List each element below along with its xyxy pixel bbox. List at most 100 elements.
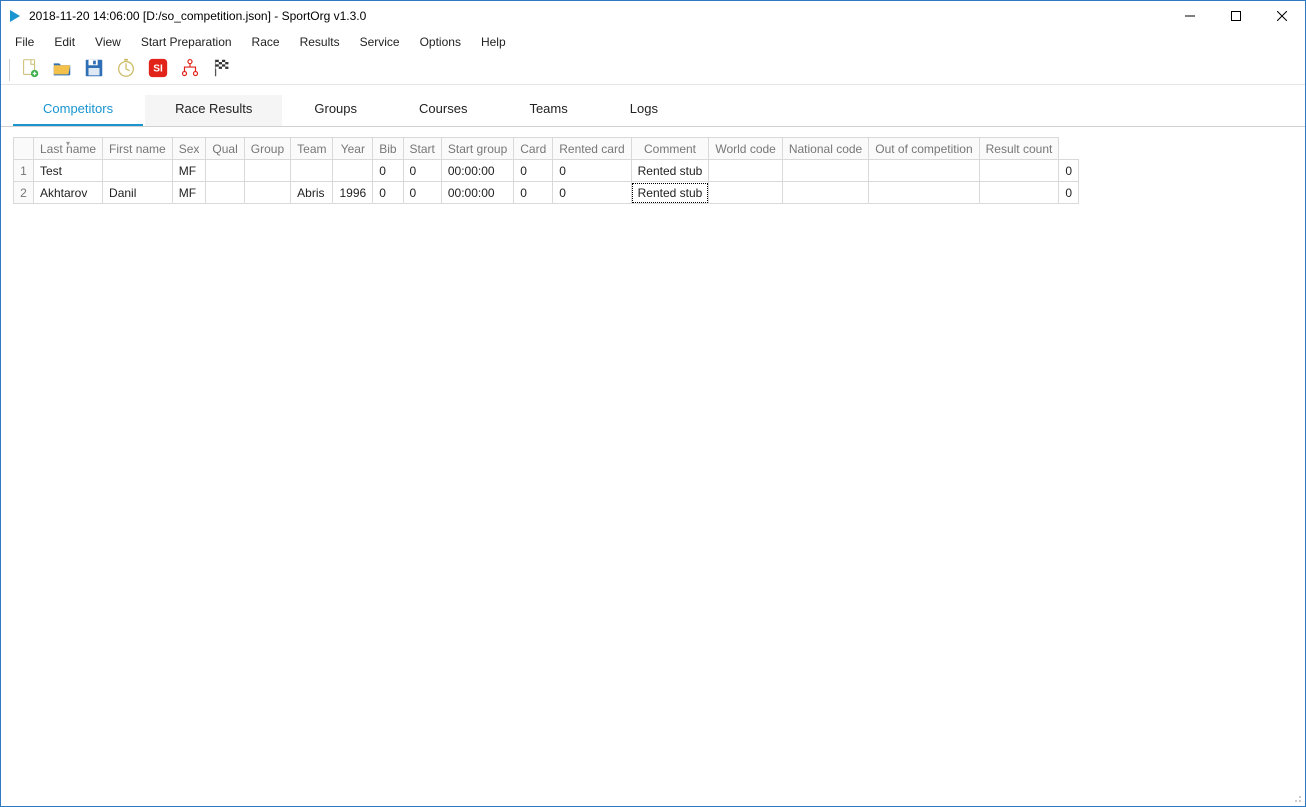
tab-race-results[interactable]: Race Results	[145, 95, 282, 126]
col-qual[interactable]: Qual	[206, 138, 244, 160]
cell-year[interactable]: 1996	[333, 182, 373, 204]
cell-last-name[interactable]: Test	[34, 160, 103, 182]
cell-rented-card[interactable]: Rented stub	[631, 160, 709, 182]
resize-grip-icon[interactable]	[1291, 792, 1303, 804]
cell-world-code[interactable]	[782, 160, 868, 182]
cell-qual[interactable]	[206, 182, 244, 204]
save-file-button[interactable]	[80, 56, 108, 84]
window-controls	[1167, 1, 1305, 31]
open-file-button[interactable]	[48, 56, 76, 84]
competitors-table[interactable]: ▾Last name First name Sex Qual Group Tea…	[13, 137, 1079, 204]
tab-competitors[interactable]: Competitors	[13, 95, 143, 126]
app-icon	[7, 8, 23, 24]
col-comment[interactable]: Comment	[631, 138, 709, 160]
cell-first-name[interactable]: Danil	[103, 182, 173, 204]
cell-start-group[interactable]: 0	[514, 182, 553, 204]
cell-out-of-competition[interactable]	[979, 160, 1059, 182]
cell-start[interactable]: 00:00:00	[441, 160, 513, 182]
col-start-group[interactable]: Start group	[441, 138, 513, 160]
col-result-count[interactable]: Result count	[979, 138, 1059, 160]
minimize-button[interactable]	[1167, 1, 1213, 31]
col-last-name[interactable]: ▾Last name	[34, 138, 103, 160]
col-card[interactable]: Card	[514, 138, 553, 160]
open-file-icon	[51, 57, 73, 82]
hierarchy-button[interactable]	[176, 56, 204, 84]
cell-team[interactable]	[291, 160, 333, 182]
col-first-name[interactable]: First name	[103, 138, 173, 160]
new-file-button[interactable]	[16, 56, 44, 84]
cell-start[interactable]: 00:00:00	[441, 182, 513, 204]
menu-race[interactable]: Race	[242, 33, 290, 51]
col-year[interactable]: Year	[333, 138, 373, 160]
cell-comment[interactable]	[709, 160, 782, 182]
col-bib[interactable]: Bib	[373, 138, 403, 160]
cell-national-code[interactable]	[869, 160, 979, 182]
cell-world-code[interactable]	[782, 182, 868, 204]
menu-start-preparation[interactable]: Start Preparation	[131, 33, 242, 51]
title-bar: 2018-11-20 14:06:00 [D:/so_competition.j…	[1, 1, 1305, 31]
col-group[interactable]: Group	[244, 138, 290, 160]
finish-flag-button[interactable]	[208, 56, 236, 84]
menu-results[interactable]: Results	[290, 33, 350, 51]
toolbar: SI	[1, 53, 1305, 85]
application-window: 2018-11-20 14:06:00 [D:/so_competition.j…	[0, 0, 1306, 807]
cell-bib2[interactable]: 0	[403, 182, 441, 204]
tab-groups[interactable]: Groups	[284, 95, 387, 126]
cell-group[interactable]	[244, 160, 290, 182]
finish-flag-icon	[211, 57, 233, 82]
cell-start-group[interactable]: 0	[514, 160, 553, 182]
cell-rented-card[interactable]: Rented stub	[631, 182, 709, 204]
row-number[interactable]: 1	[14, 160, 34, 182]
cell-result-count[interactable]: 0	[1059, 160, 1079, 182]
maximize-button[interactable]	[1213, 1, 1259, 31]
cell-team[interactable]: Abris	[291, 182, 333, 204]
tab-logs[interactable]: Logs	[600, 95, 688, 126]
cell-national-code[interactable]	[869, 182, 979, 204]
col-team[interactable]: Team	[291, 138, 333, 160]
cell-group[interactable]	[244, 182, 290, 204]
close-button[interactable]	[1259, 1, 1305, 31]
col-out-of-competition[interactable]: Out of competition	[869, 138, 979, 160]
cell-bib[interactable]: 0	[373, 182, 403, 204]
menu-service[interactable]: Service	[350, 33, 410, 51]
row-number-header[interactable]	[14, 138, 34, 160]
table-row[interactable]: 2 Akhtarov Danil MF Abris 1996 0 0 00:00…	[14, 182, 1079, 204]
cell-comment[interactable]	[709, 182, 782, 204]
timer-icon	[115, 57, 137, 82]
svg-text:SI: SI	[153, 64, 163, 75]
content-area: ▾Last name First name Sex Qual Group Tea…	[1, 127, 1305, 806]
row-number[interactable]: 2	[14, 182, 34, 204]
sportident-icon: SI	[147, 57, 169, 82]
menu-edit[interactable]: Edit	[44, 33, 85, 51]
new-file-icon	[19, 57, 41, 82]
menu-options[interactable]: Options	[410, 33, 471, 51]
menu-help[interactable]: Help	[471, 33, 516, 51]
cell-last-name[interactable]: Akhtarov	[34, 182, 103, 204]
cell-result-count[interactable]: 0	[1059, 182, 1079, 204]
toolbar-separator	[9, 59, 10, 81]
col-national-code[interactable]: National code	[782, 138, 868, 160]
timer-button[interactable]	[112, 56, 140, 84]
table-row[interactable]: 1 Test MF 0 0 00:00:00 0 0 Rented stub	[14, 160, 1079, 182]
tab-teams[interactable]: Teams	[499, 95, 597, 126]
cell-card[interactable]: 0	[553, 182, 631, 204]
sportident-button[interactable]: SI	[144, 56, 172, 84]
cell-year[interactable]	[333, 160, 373, 182]
menu-view[interactable]: View	[85, 33, 131, 51]
cell-sex[interactable]: MF	[172, 160, 206, 182]
cell-card[interactable]: 0	[553, 160, 631, 182]
menu-file[interactable]: File	[5, 33, 44, 51]
table-header-row: ▾Last name First name Sex Qual Group Tea…	[14, 138, 1079, 160]
cell-sex[interactable]: MF	[172, 182, 206, 204]
col-rented-card[interactable]: Rented card	[553, 138, 631, 160]
hierarchy-icon	[179, 57, 201, 82]
cell-first-name[interactable]	[103, 160, 173, 182]
cell-bib[interactable]: 0	[373, 160, 403, 182]
col-sex[interactable]: Sex	[172, 138, 206, 160]
col-start[interactable]: Start	[403, 138, 441, 160]
cell-qual[interactable]	[206, 160, 244, 182]
cell-bib2[interactable]: 0	[403, 160, 441, 182]
tab-courses[interactable]: Courses	[389, 95, 497, 126]
col-world-code[interactable]: World code	[709, 138, 782, 160]
cell-out-of-competition[interactable]	[979, 182, 1059, 204]
